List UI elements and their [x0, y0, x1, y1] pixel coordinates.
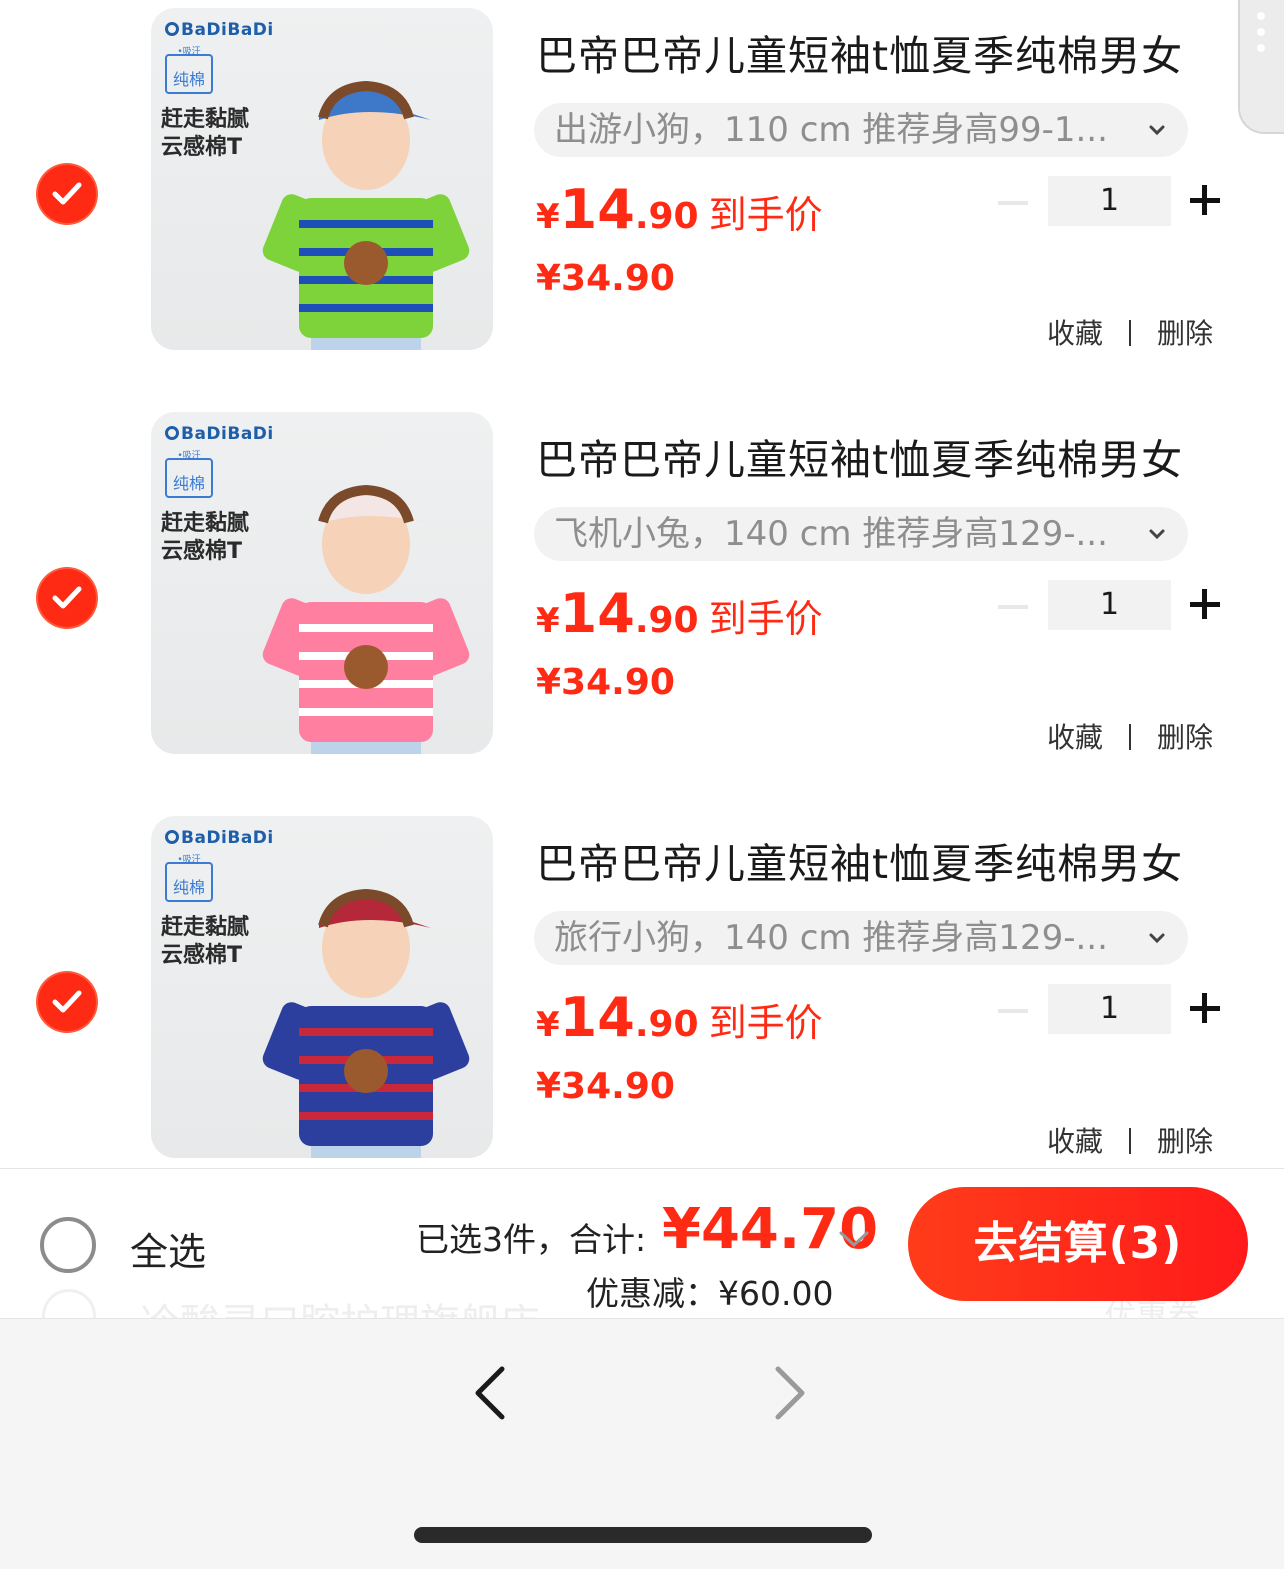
decrease-quantity-button[interactable] — [998, 1009, 1028, 1013]
discount-summary: 优惠减：¥60.00 — [586, 1267, 833, 1315]
browser-nav-bar — [0, 1318, 1284, 1569]
final-price: ¥14.90 到手价 — [536, 178, 823, 241]
child-model-illustration — [262, 888, 470, 1158]
chevron-down-icon — [1148, 507, 1166, 580]
cotton-badge: 纯棉 — [165, 850, 213, 902]
brand-logo: BaDiBaDi — [165, 424, 274, 444]
chevron-right-icon[interactable] — [770, 1365, 810, 1425]
increase-quantity-button[interactable] — [1190, 183, 1220, 217]
quantity-input[interactable]: 1 — [1048, 984, 1171, 1034]
home-indicator[interactable] — [414, 1527, 872, 1543]
cotton-badge: 纯棉 — [165, 446, 213, 498]
select-all-label[interactable]: 全选 — [130, 1221, 206, 1276]
chevron-down-icon — [1148, 103, 1166, 176]
discount-value: ¥60.00 — [718, 1274, 834, 1313]
brand-logo: BaDiBaDi — [165, 20, 274, 40]
checkout-bar: 冷酸灵口腔护理旗舰店 优惠券 全选 已选3件，合计: ¥44.70 优惠减：¥6… — [0, 1168, 1284, 1319]
child-model-illustration — [262, 80, 470, 350]
quantity-input[interactable]: 1 — [1048, 176, 1171, 226]
next-store-name: 冷酸灵口腔护理旗舰店 — [140, 1291, 540, 1319]
chevron-left-icon[interactable] — [470, 1365, 510, 1425]
item-actions: 收藏 删除 — [1047, 312, 1213, 352]
final-price: ¥14.90 到手价 — [536, 582, 823, 645]
next-store-checkbox — [42, 1289, 96, 1319]
price-detail-chevron-icon[interactable] — [838, 1229, 870, 1253]
divider — [1129, 724, 1132, 750]
spec-text: 旅行小狗，140 cm 推荐身高129-... — [554, 918, 1108, 958]
quantity-input[interactable]: 1 — [1048, 580, 1171, 630]
check-icon — [52, 182, 82, 205]
product-image[interactable]: BaDiBaDi 纯棉 赶走黏腻云感棉T — [151, 816, 493, 1158]
product-image[interactable]: BaDiBaDi 纯棉 赶走黏腻云感棉T — [151, 8, 493, 350]
favorite-button[interactable]: 收藏 — [1047, 1125, 1103, 1158]
chevron-down-icon — [1148, 911, 1166, 984]
item-actions: 收藏 删除 — [1047, 1120, 1213, 1160]
item-actions: 收藏 删除 — [1047, 716, 1213, 756]
original-price: ¥34.90 — [536, 1066, 675, 1107]
decrease-quantity-button[interactable] — [998, 201, 1028, 205]
product-image[interactable]: BaDiBaDi 纯棉 赶走黏腻云感棉T — [151, 412, 493, 754]
spec-selector[interactable]: 旅行小狗，140 cm 推荐身高129-... — [534, 911, 1188, 965]
select-all-checkbox[interactable] — [40, 1217, 96, 1273]
check-icon — [52, 990, 82, 1013]
favorite-button[interactable]: 收藏 — [1047, 317, 1103, 350]
selection-summary: 已选3件，合计: — [416, 1220, 647, 1259]
product-title[interactable]: 巴帝巴帝儿童短袖t恤夏季纯棉男女 — [536, 830, 1183, 890]
cart-item: BaDiBaDi 纯棉 赶走黏腻云感棉T 巴帝巴帝儿童短袖t恤 — [0, 8, 1284, 368]
item-select-checkbox[interactable] — [38, 569, 96, 627]
spec-text: 飞机小兔，140 cm 推荐身高129-... — [554, 514, 1108, 554]
divider — [1129, 320, 1132, 346]
cart-item: BaDiBaDi 纯棉 赶走黏腻云感棉T 巴帝巴帝儿童短袖t恤 — [0, 412, 1284, 772]
item-select-checkbox[interactable] — [38, 973, 96, 1031]
child-model-illustration — [262, 484, 470, 754]
spec-selector[interactable]: 出游小狗，110 cm 推荐身高99-1... — [534, 103, 1188, 157]
delete-button[interactable]: 删除 — [1157, 317, 1213, 350]
original-price: ¥34.90 — [536, 258, 675, 299]
checkout-button[interactable]: 去结算(3) — [908, 1187, 1248, 1301]
increase-quantity-button[interactable] — [1190, 587, 1220, 621]
delete-button[interactable]: 删除 — [1157, 1125, 1213, 1158]
delete-button[interactable]: 删除 — [1157, 721, 1213, 754]
item-select-checkbox[interactable] — [38, 165, 96, 223]
final-price: ¥14.90 到手价 — [536, 986, 823, 1049]
original-price: ¥34.90 — [536, 662, 675, 703]
cotton-badge: 纯棉 — [165, 42, 213, 94]
increase-quantity-button[interactable] — [1190, 991, 1220, 1025]
check-icon — [52, 586, 82, 609]
spec-selector[interactable]: 飞机小兔，140 cm 推荐身高129-... — [534, 507, 1188, 561]
product-title[interactable]: 巴帝巴帝儿童短袖t恤夏季纯棉男女 — [536, 426, 1183, 486]
product-title[interactable]: 巴帝巴帝儿童短袖t恤夏季纯棉男女 — [536, 22, 1183, 82]
cart-item: BaDiBaDi 纯棉 赶走黏腻云感棉T 巴帝巴帝儿童短袖t恤 — [0, 816, 1284, 1176]
brand-logo: BaDiBaDi — [165, 828, 274, 848]
divider — [1129, 1128, 1132, 1154]
spec-text: 出游小狗，110 cm 推荐身高99-1... — [554, 110, 1108, 150]
favorite-button[interactable]: 收藏 — [1047, 721, 1103, 754]
discount-label: 优惠减： — [586, 1274, 718, 1313]
decrease-quantity-button[interactable] — [998, 605, 1028, 609]
